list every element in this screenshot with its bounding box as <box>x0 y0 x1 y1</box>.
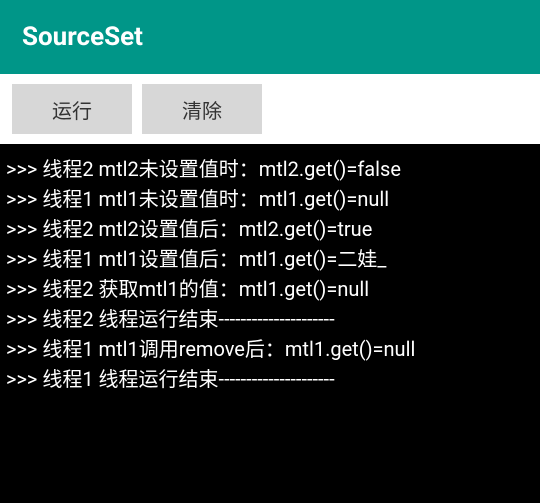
console-line: >>> 线程2 线程运行结束--------------------- <box>6 304 534 334</box>
app-bar: SourceSet <box>0 0 540 74</box>
run-button[interactable]: 运行 <box>12 84 132 134</box>
console-line: >>> 线程1 mtl1未设置值时：mtl1.get()=null <box>6 184 534 214</box>
console-line: >>> 线程2 mtl2设置值后：mtl2.get()=true <box>6 214 534 244</box>
clear-button[interactable]: 清除 <box>142 84 262 134</box>
console-line: >>> 线程1 线程运行结束--------------------- <box>6 364 534 394</box>
console-line: >>> 线程2 获取mtl1的值：mtl1.get()=null <box>6 274 534 304</box>
console-line: >>> 线程2 mtl2未设置值时：mtl2.get()=false <box>6 154 534 184</box>
app-title: SourceSet <box>22 22 143 52</box>
button-bar: 运行 清除 <box>0 74 540 144</box>
console-output: >>> 线程2 mtl2未设置值时：mtl2.get()=false >>> 线… <box>0 144 540 503</box>
console-line: >>> 线程1 mtl1调用remove后：mtl1.get()=null <box>6 334 534 364</box>
console-line: >>> 线程1 mtl1设置值后：mtl1.get()=二娃_ <box>6 244 534 274</box>
